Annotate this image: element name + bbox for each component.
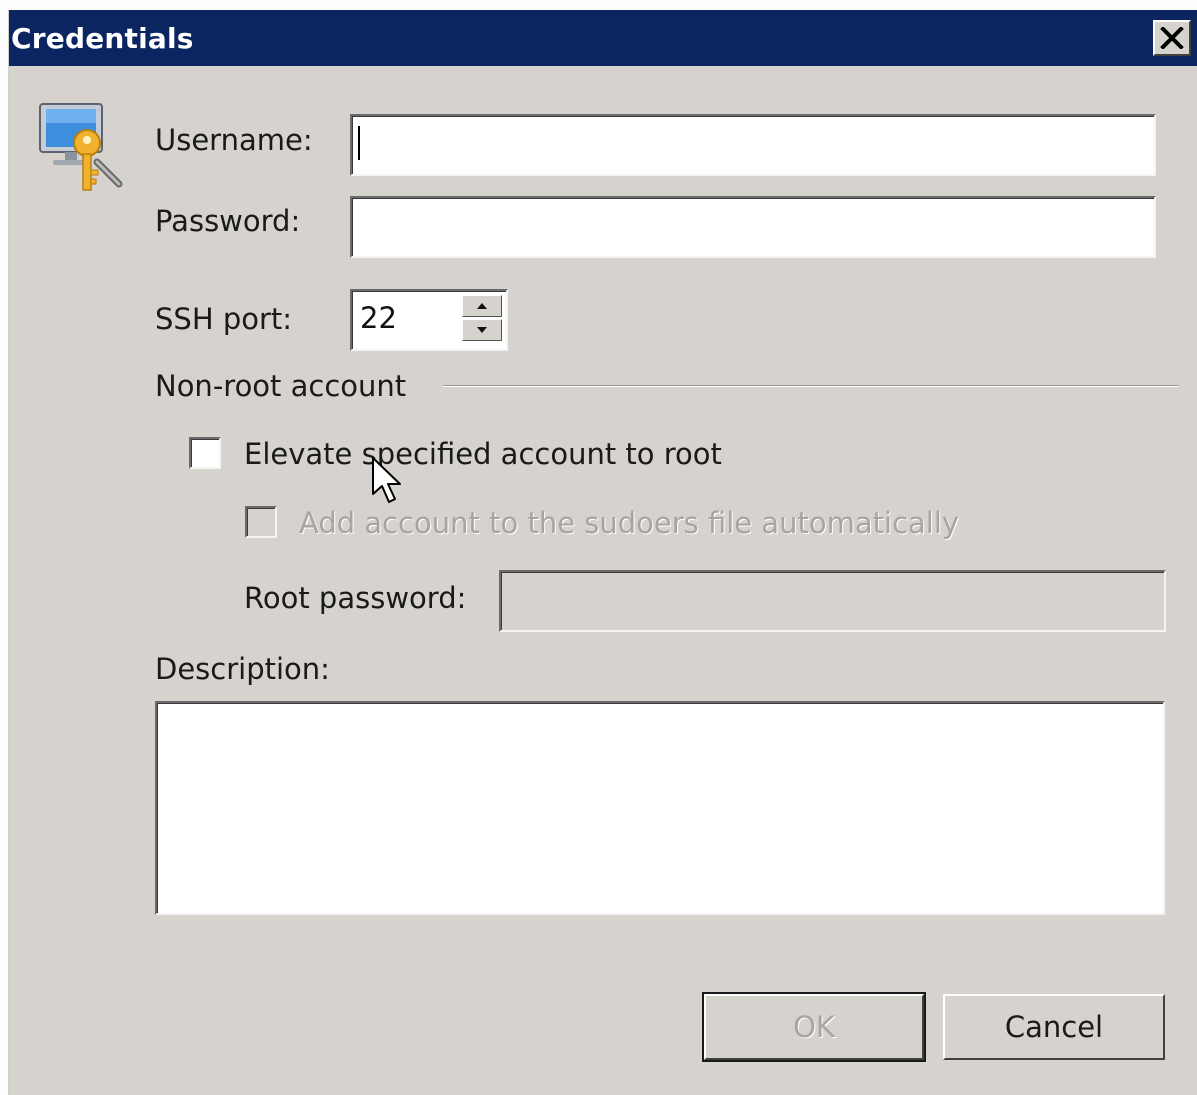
up-arrow-icon [477, 303, 487, 309]
username-input[interactable] [350, 114, 1156, 176]
ssh-port-value: 22 [360, 301, 397, 335]
close-icon [1160, 27, 1184, 49]
cancel-button[interactable]: Cancel [943, 994, 1165, 1060]
text-caret [358, 126, 360, 160]
sudoers-checkbox[interactable] [245, 506, 277, 538]
dialog-title: Credentials [11, 22, 194, 55]
title-bar[interactable]: Credentials [9, 10, 1197, 66]
cancel-button-label: Cancel [1004, 1010, 1104, 1044]
spin-up-button[interactable] [462, 295, 502, 317]
down-arrow-icon [477, 327, 487, 333]
mouse-pointer-icon [372, 457, 401, 503]
ok-button[interactable]: OK [704, 994, 924, 1060]
close-button[interactable] [1153, 20, 1191, 56]
sudoers-label[interactable]: Add account to the sudoers file automati… [299, 506, 959, 540]
ssh-port-label: SSH port: [155, 302, 293, 336]
credentials-dialog: Credentials Username: Password: SSH port… [8, 10, 1197, 1095]
description-label: Description: [155, 652, 330, 686]
description-textarea[interactable] [155, 701, 1165, 915]
password-label: Password: [155, 204, 301, 238]
ssh-port-spinner[interactable]: 22 [350, 289, 508, 351]
root-password-input[interactable] [499, 570, 1166, 632]
computer-key-icon [39, 103, 123, 191]
nonroot-group-label: Non-root account [155, 369, 407, 403]
root-password-label: Root password: [244, 581, 467, 615]
group-divider [443, 385, 1179, 387]
username-label: Username: [155, 123, 313, 157]
password-input[interactable] [350, 196, 1156, 258]
ok-button-label: OK [793, 1010, 835, 1044]
spin-down-button[interactable] [462, 319, 502, 341]
elevate-label[interactable]: Elevate specified account to root [244, 437, 722, 471]
elevate-checkbox[interactable] [189, 437, 221, 469]
